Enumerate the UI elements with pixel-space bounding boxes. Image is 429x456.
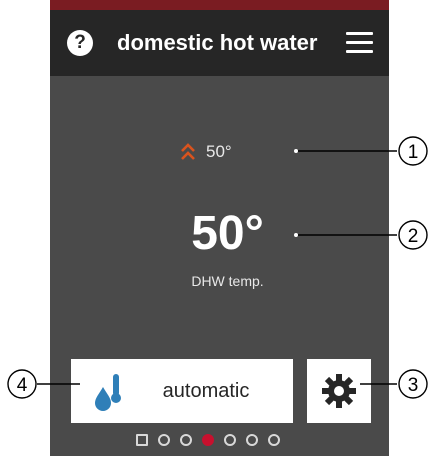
- page-title: domestic hot water: [117, 30, 318, 55]
- hamburger-menu-icon[interactable]: [346, 32, 373, 54]
- temperature-label: DHW temp.: [191, 273, 264, 289]
- thermostat-display: ? domestic hot water 50° 50° DHW temp. a…: [50, 0, 389, 456]
- page-dot[interactable]: [136, 434, 148, 446]
- setpoint-display[interactable]: 50°: [180, 140, 232, 164]
- callout-3-number: 3: [408, 375, 419, 396]
- double-chevron-up-icon: [181, 143, 195, 160]
- gear-icon: [322, 374, 356, 408]
- page-dot-active[interactable]: [202, 434, 214, 446]
- settings-button[interactable]: [307, 359, 371, 423]
- current-temperature: 50°: [191, 207, 264, 260]
- top-accent-bar: [50, 0, 389, 10]
- callout-3-circle: [398, 369, 428, 399]
- callout-1-number: 1: [408, 142, 419, 163]
- page-dot[interactable]: [224, 434, 236, 446]
- header-bar: ? domestic hot water: [50, 10, 389, 76]
- screenshot-stage: ? domestic hot water 50° 50° DHW temp. a…: [0, 0, 429, 456]
- page-dot[interactable]: [180, 434, 192, 446]
- water-drop-thermometer-icon: [95, 374, 121, 411]
- help-icon[interactable]: ?: [67, 30, 93, 56]
- page-dot[interactable]: [158, 434, 170, 446]
- operating-mode-button[interactable]: automatic: [71, 359, 293, 423]
- callout-2-number: 2: [408, 226, 419, 247]
- callout-1-circle: [398, 136, 428, 166]
- operating-mode-label: automatic: [162, 380, 250, 402]
- callout-4-circle: [7, 369, 37, 399]
- page-dot[interactable]: [246, 434, 258, 446]
- page-indicator: [136, 433, 316, 447]
- callout-4-number: 4: [17, 375, 28, 396]
- setpoint-value: 50°: [206, 142, 232, 161]
- page-dot[interactable]: [268, 434, 280, 446]
- callout-2-circle: [398, 220, 428, 250]
